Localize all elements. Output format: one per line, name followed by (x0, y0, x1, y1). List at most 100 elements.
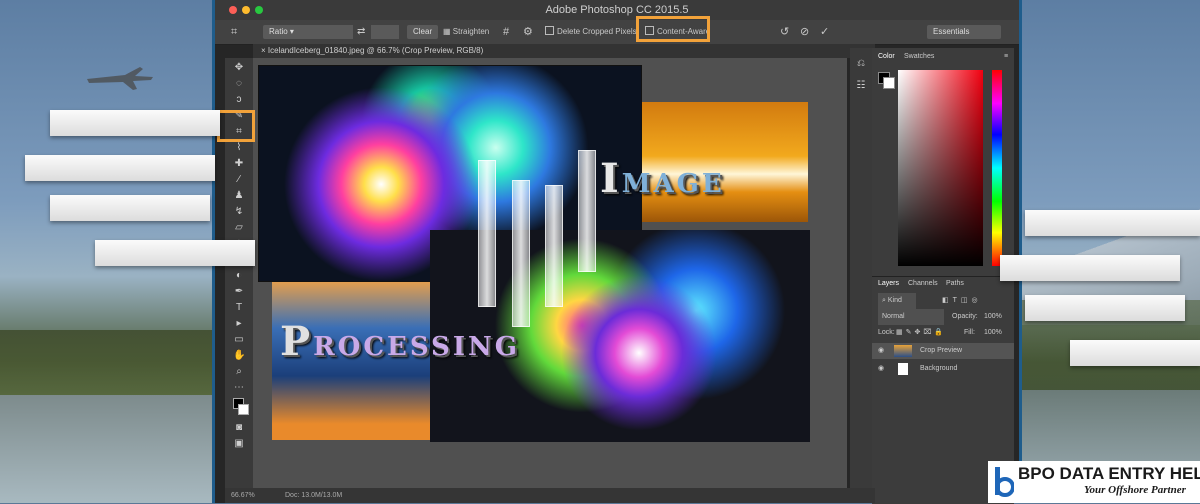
marquee-tool-icon[interactable]: ◌ (233, 78, 245, 90)
layer-row-crop-preview[interactable]: ◉ Crop Preview (872, 343, 1014, 359)
type-tool-icon[interactable]: T (233, 302, 245, 314)
decorative-bar (95, 240, 255, 266)
right-panels: Color Swatches ≡ Layers Channels Paths ⌕… (872, 48, 1014, 504)
screen-mode-icon[interactable]: ▣ (233, 438, 245, 450)
kind-filter-value: Kind (887, 297, 902, 304)
decorative-bar (1000, 255, 1180, 281)
ratio-select[interactable]: Ratio ▾ (263, 25, 331, 39)
logo-name: BPO DATA ENTRY HELP (1018, 464, 1200, 483)
window-title: Adobe Photoshop CC 2015.5 (545, 4, 689, 16)
hand-tool-icon[interactable]: ✋ (233, 350, 245, 362)
background-lake-left (0, 395, 215, 503)
ratio-select-value: Ratio (269, 27, 288, 36)
delete-cropped-checkbox[interactable]: Delete Cropped Pixels (545, 25, 637, 39)
shape-tool-icon[interactable]: ▭ (233, 334, 245, 346)
image-heading-initial: I (600, 155, 622, 202)
processing-heading-initial: P (280, 318, 314, 365)
tab-swatches[interactable]: Swatches (904, 50, 934, 64)
quick-mask-icon[interactable]: ◙ (233, 422, 245, 434)
minimize-window-button[interactable] (242, 6, 250, 14)
document-tab-label: IcelandIceberg_01840.jpeg @ 66.7% (Crop … (267, 46, 484, 55)
decorative-bar (50, 195, 210, 221)
straighten-label: Straighten (452, 27, 490, 36)
layer-name: Background (920, 365, 958, 372)
glass-bar (478, 160, 496, 307)
straighten-button[interactable]: ▦ Straighten (443, 25, 489, 39)
move-tool-icon[interactable]: ✥ (233, 62, 245, 74)
company-logo: BPO DATA ENTRY HELP Your Offshore Partne… (988, 461, 1200, 503)
eye-icon[interactable]: ◉ (878, 361, 884, 377)
checkbox-icon (545, 26, 554, 35)
zoom-level[interactable]: 66.67% (231, 488, 255, 503)
layer-row-background[interactable]: ◉ Background (872, 361, 1014, 377)
stamp-tool-icon[interactable]: ♟ (233, 190, 245, 202)
crop-icon[interactable]: ⌗ (231, 25, 237, 39)
tab-paths[interactable]: Paths (946, 277, 964, 291)
color-picker-field[interactable] (898, 70, 983, 266)
commit-check-icon[interactable]: ✓ (820, 25, 829, 39)
airplane-icon (87, 67, 153, 90)
cancel-icon[interactable]: ⊘ (800, 25, 809, 39)
gear-icon[interactable]: ⚙ (523, 25, 533, 39)
glass-bar (545, 185, 563, 307)
ratio-width-input[interactable] (325, 25, 353, 39)
options-bar: ⌗ Ratio ▾ ⇄ Clear ▦ Straighten # ⚙ Delet… (215, 20, 1019, 45)
logo-tagline: Your Offshore Partner (1084, 484, 1186, 496)
lock-label: Lock: (878, 329, 895, 336)
brush-tool-icon[interactable]: ∕ (233, 174, 245, 186)
background-trees-left (0, 330, 215, 400)
kind-filter-select[interactable]: ⌕ Kind (878, 293, 916, 309)
processing-heading: PROCESSING (280, 318, 520, 365)
pen-tool-icon[interactable]: ✒ (233, 286, 245, 298)
eye-icon[interactable]: ◉ (878, 343, 884, 359)
blend-mode-select[interactable]: Normal (878, 309, 944, 325)
reset-icon[interactable]: ↺ (780, 25, 789, 39)
hue-slider[interactable] (992, 70, 1002, 266)
delete-cropped-label: Delete Cropped Pixels (557, 27, 637, 36)
opacity-input[interactable]: 100% (984, 309, 1002, 325)
zoom-tool-icon[interactable]: ⌕ (233, 366, 245, 378)
more-tools-icon[interactable]: ⋯ (233, 382, 245, 394)
decorative-bar (1025, 295, 1185, 321)
tab-channels[interactable]: Channels (908, 277, 938, 291)
document-tab[interactable]: × IcelandIceberg_01840.jpeg @ 66.7% (Cro… (253, 44, 875, 58)
lasso-tool-icon[interactable]: ↄ (233, 94, 245, 106)
healing-tool-icon[interactable]: ✚ (233, 158, 245, 170)
background-color-swatch[interactable] (238, 404, 249, 415)
path-select-tool-icon[interactable]: ▸ (233, 318, 245, 330)
lock-row: Lock: ▦✎✥⌧🔒 Fill: 100% (872, 325, 1014, 341)
history-brush-tool-icon[interactable]: ↯ (233, 206, 245, 218)
history-panel-icon[interactable]: ⎌ (855, 58, 867, 70)
tab-color[interactable]: Color (878, 50, 895, 64)
lock-icons[interactable]: ▦✎✥⌧🔒 (896, 325, 946, 341)
decorative-bar (1070, 340, 1200, 366)
processing-heading-rest: ROCESSING (313, 332, 520, 362)
ratio-height-input[interactable] (371, 25, 399, 39)
properties-panel-icon[interactable]: ☷ (855, 80, 867, 92)
close-tab-icon[interactable]: × (261, 46, 268, 55)
layer-thumbnail (898, 363, 908, 375)
swap-icon[interactable]: ⇄ (357, 25, 365, 39)
panel-menu-icon[interactable]: ≡ (1004, 50, 1008, 64)
glass-bar (512, 180, 530, 327)
eraser-tool-icon[interactable]: ▱ (233, 222, 245, 234)
workspace-select[interactable]: Essentials (927, 25, 1001, 39)
tab-layers[interactable]: Layers (878, 277, 899, 291)
filter-icons[interactable]: ◧T◫◎ (942, 293, 982, 309)
background-color-chip[interactable] (883, 77, 895, 89)
status-bar: 66.67% Doc: 13.0M/13.0M (225, 488, 875, 503)
overlay-grid-icon[interactable]: # (503, 25, 509, 39)
image-heading-rest: MAGE (621, 169, 725, 199)
blend-row: Normal Opacity: 100% (872, 309, 1014, 325)
layer-name: Crop Preview (920, 347, 963, 354)
eyedropper-tool-icon[interactable]: ⌇ (233, 142, 245, 154)
kind-filter-row: ⌕ Kind ◧T◫◎ (872, 293, 1014, 309)
crop-tool-highlight (217, 110, 255, 142)
dodge-tool-icon[interactable]: ◐ (233, 270, 245, 282)
clear-button[interactable]: Clear (407, 25, 439, 39)
fill-input[interactable]: 100% (984, 325, 1002, 341)
close-window-button[interactable] (229, 6, 237, 14)
maximize-window-button[interactable] (255, 6, 263, 14)
decorative-bar (1025, 210, 1200, 236)
glass-bar (578, 150, 596, 272)
